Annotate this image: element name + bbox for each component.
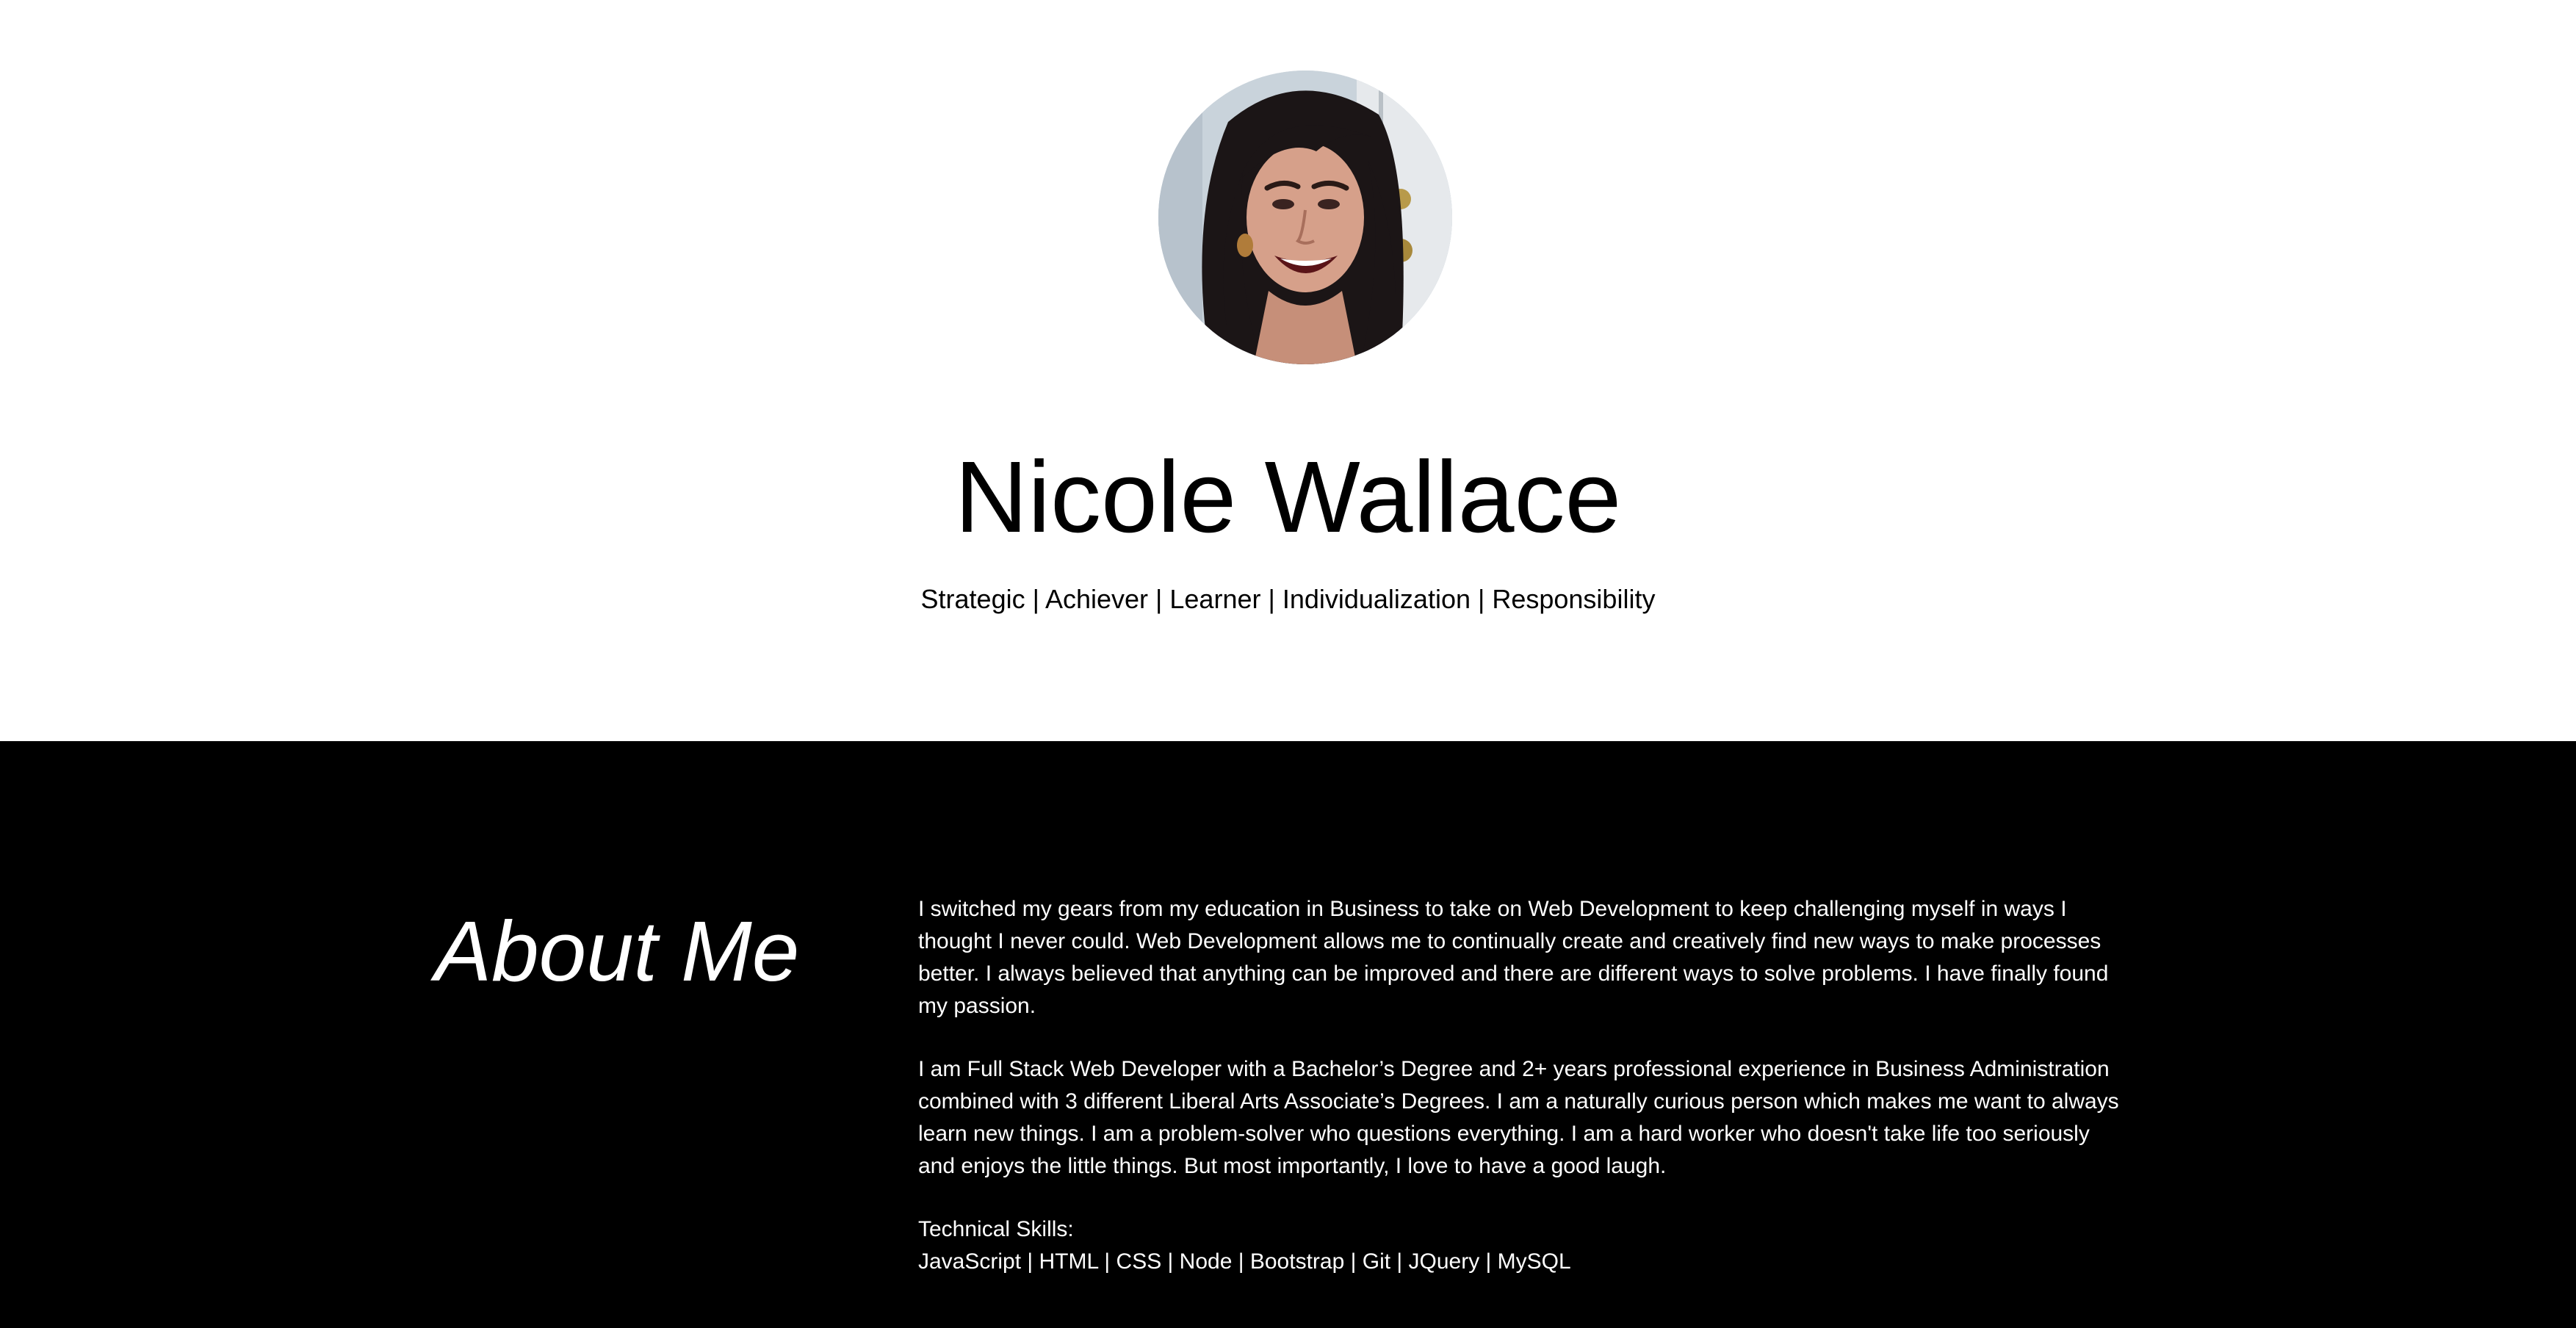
technical-skills: Technical Skills: JavaScript | HTML | CS… [918, 1213, 2123, 1278]
hero-section: Nicole Wallace Strategic | Achiever | Le… [0, 0, 2576, 741]
skills-label: Technical Skills: [918, 1217, 1074, 1241]
about-title: About Me [434, 903, 800, 999]
about-paragraph-2: I am Full Stack Web Developer with a Bac… [918, 1057, 2119, 1178]
skills-list: JavaScript | HTML | CSS | Node | Bootstr… [918, 1249, 1571, 1274]
profile-photo-icon [1158, 71, 1452, 364]
profile-strengths: Strategic | Achiever | Learner | Individ… [920, 584, 1656, 614]
about-body: I switched my gears from my education in… [918, 893, 2123, 1278]
profile-name: Nicole Wallace [954, 441, 1622, 554]
about-paragraph-1: I switched my gears from my education in… [918, 897, 2109, 1018]
profile-avatar [1158, 71, 1452, 364]
